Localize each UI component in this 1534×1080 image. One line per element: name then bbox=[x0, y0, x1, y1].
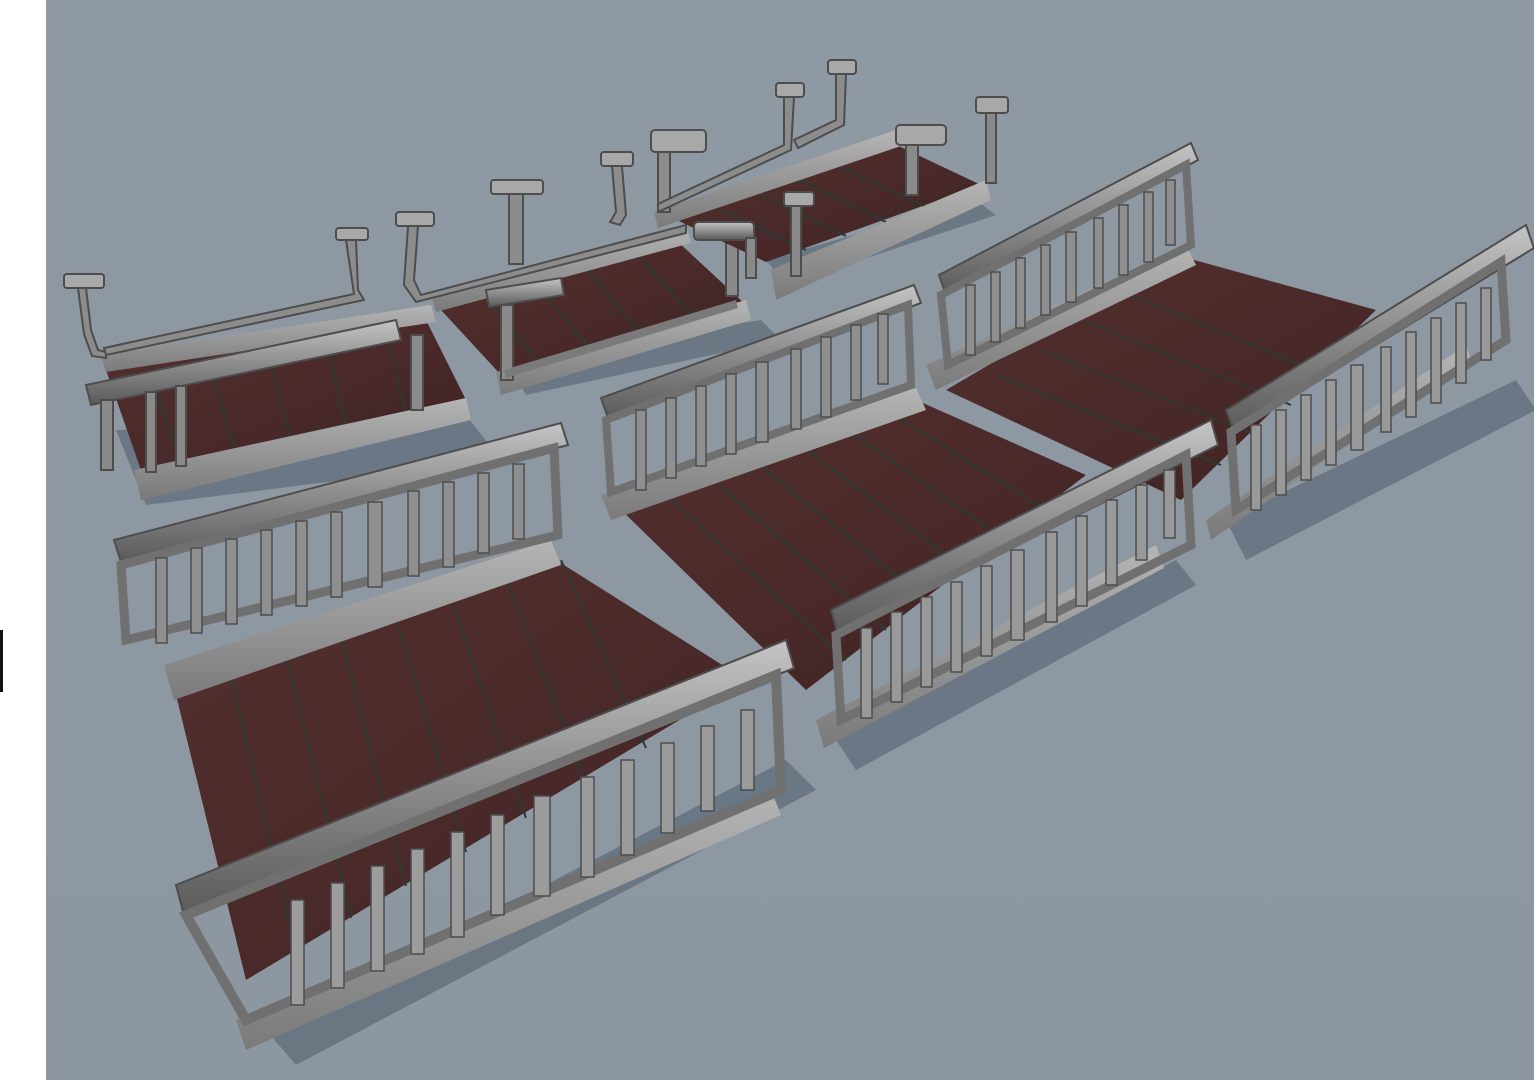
screenshot-frame bbox=[0, 0, 1534, 1080]
3d-viewport[interactable] bbox=[46, 0, 1534, 1080]
left-margin bbox=[0, 0, 46, 1080]
edge-marker bbox=[0, 630, 3, 692]
scene-render bbox=[46, 0, 1534, 1080]
